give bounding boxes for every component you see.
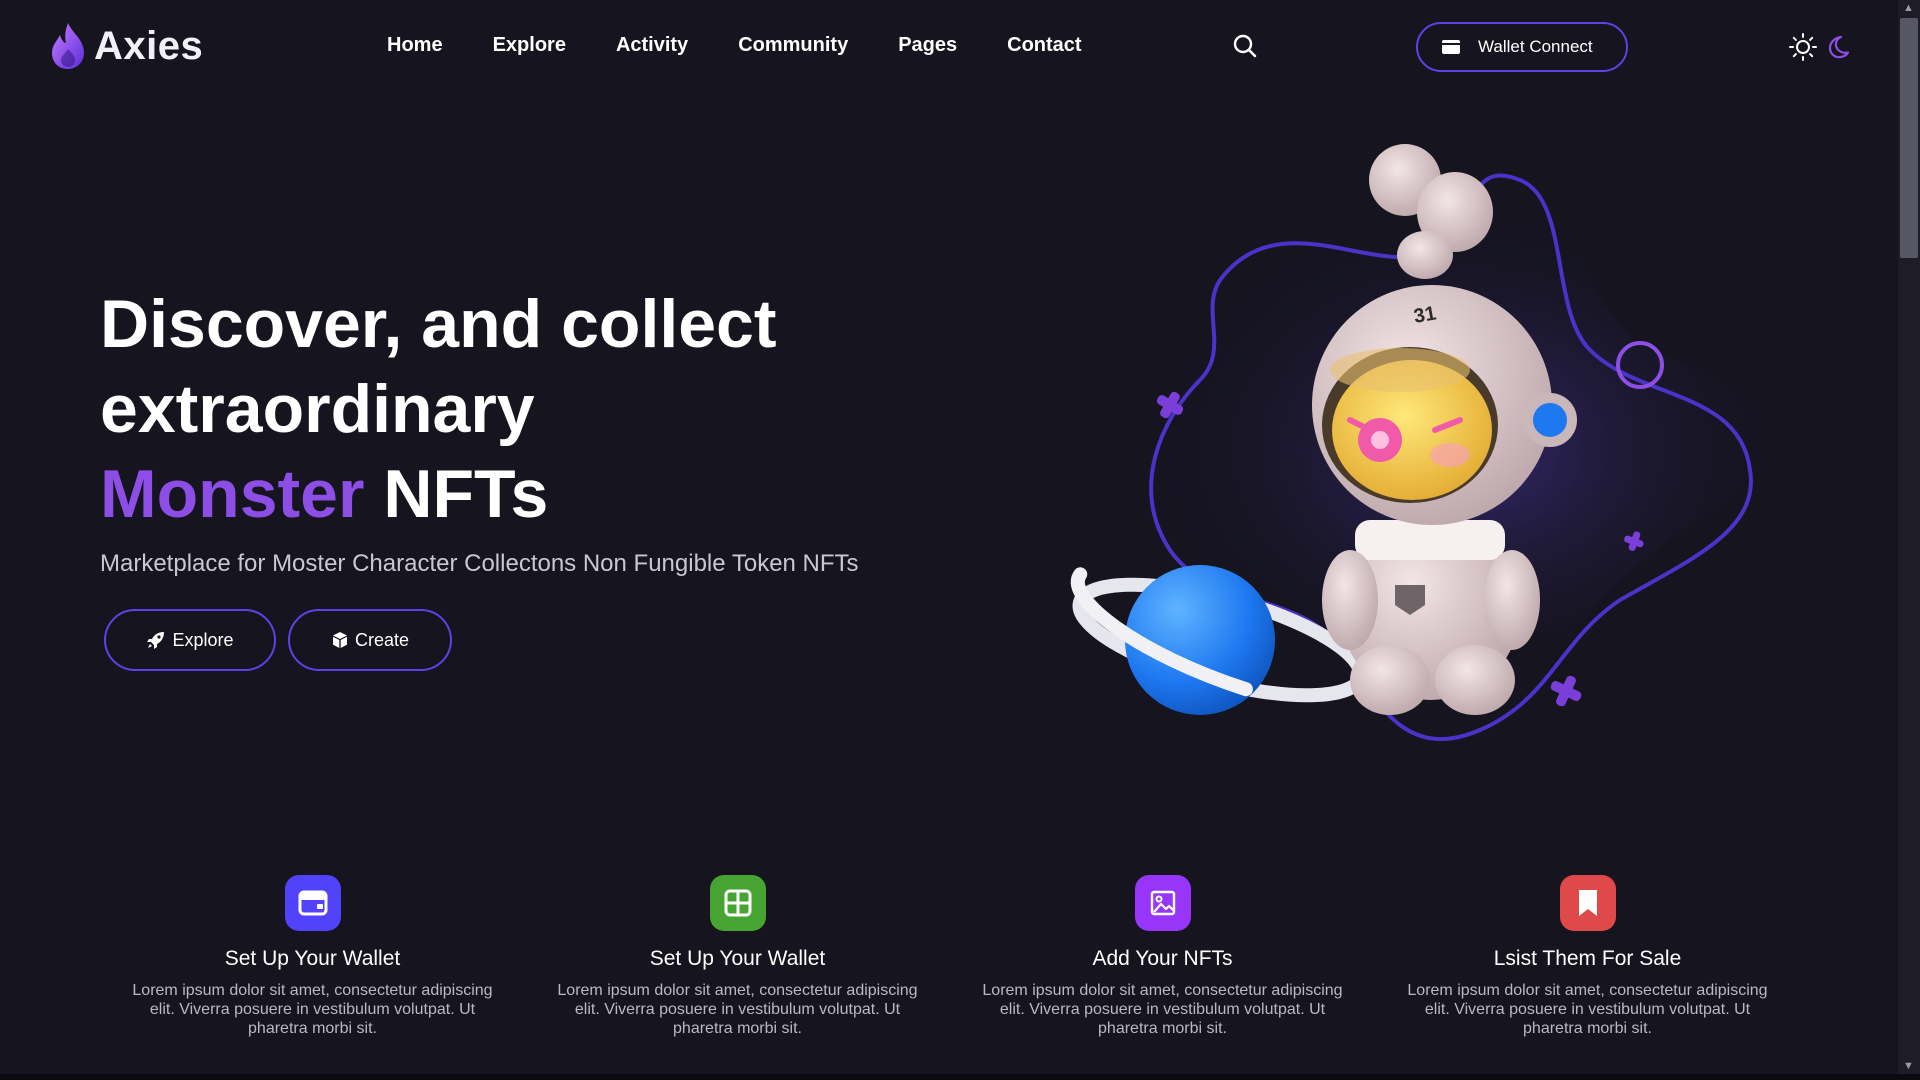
page-scrollbar[interactable]: ▲ ▼ bbox=[1898, 0, 1920, 1074]
hero-illustration: 31 bbox=[1050, 140, 1770, 800]
scrollbar-thumb[interactable] bbox=[1900, 18, 1918, 258]
scroll-down-icon[interactable]: ▼ bbox=[1903, 1060, 1914, 1072]
step-card: Set Up Your Wallet Lorem ipsum dolor sit… bbox=[525, 875, 950, 1038]
nav-activity[interactable]: Activity bbox=[616, 34, 688, 57]
explore-button[interactable]: Explore bbox=[104, 609, 276, 671]
step-description: Lorem ipsum dolor sit amet, consectetur … bbox=[1407, 982, 1768, 1037]
search-icon bbox=[1233, 34, 1257, 58]
explore-button-label: Explore bbox=[172, 629, 234, 650]
cube-icon bbox=[332, 632, 347, 648]
nav-home[interactable]: Home bbox=[387, 34, 443, 57]
step-icon-box bbox=[709, 875, 766, 931]
hero-title-accent: Monster bbox=[100, 456, 365, 532]
step-card: Lsist Them For Sale Lorem ipsum dolor si… bbox=[1375, 875, 1800, 1038]
bottom-edge bbox=[0, 1074, 1920, 1080]
step-title: Add Your NFTs bbox=[1092, 947, 1233, 970]
step-icon-box bbox=[1134, 875, 1191, 931]
step-title: Lsist Them For Sale bbox=[1493, 947, 1682, 970]
nav-contact[interactable]: Contact bbox=[1007, 34, 1081, 57]
step-title: Set Up Your Wallet bbox=[224, 947, 401, 970]
hero-title: Discover, and collect extraordinary Mons… bbox=[100, 282, 900, 537]
step-card: Set Up Your Wallet Lorem ipsum dolor sit… bbox=[100, 875, 525, 1038]
hero-title-line2: extraordinary bbox=[100, 371, 535, 447]
svg-text:31: 31 bbox=[1412, 302, 1438, 328]
bookmark-icon bbox=[1578, 890, 1597, 916]
site-header: Axies Home Explore Activity Community Pa… bbox=[0, 0, 1898, 94]
hero-actions: Explore Create bbox=[104, 609, 452, 671]
hero-subtitle: Marketplace for Moster Character Collect… bbox=[100, 550, 859, 577]
search-button[interactable] bbox=[1232, 33, 1258, 64]
wallet-connect-button[interactable]: Wallet Connect bbox=[1416, 22, 1628, 72]
nav-community[interactable]: Community bbox=[738, 34, 848, 57]
step-icon-box bbox=[1559, 875, 1616, 931]
image-icon bbox=[1150, 890, 1175, 916]
create-button[interactable]: Create bbox=[288, 609, 452, 671]
step-title: Set Up Your Wallet bbox=[649, 947, 826, 970]
astronaut-illustration: 31 bbox=[1071, 144, 1766, 742]
brand-name: Axies bbox=[94, 23, 204, 68]
how-it-works: Set Up Your Wallet Lorem ipsum dolor sit… bbox=[100, 875, 1800, 1038]
step-icon-box bbox=[284, 875, 341, 931]
wallet-connect-label: Wallet Connect bbox=[1478, 37, 1593, 56]
create-button-label: Create bbox=[354, 629, 410, 650]
hero-title-end: NFTs bbox=[383, 456, 549, 532]
step-description: Lorem ipsum dolor sit amet, consectetur … bbox=[132, 982, 493, 1037]
step-description: Lorem ipsum dolor sit amet, consectetur … bbox=[982, 982, 1343, 1037]
moon-icon[interactable] bbox=[1824, 34, 1850, 60]
wallet-icon bbox=[298, 890, 327, 916]
wallet-icon bbox=[1442, 40, 1460, 54]
main-nav: Home Explore Activity Community Pages Co… bbox=[387, 34, 1082, 57]
hero-title-line1: Discover, and collect bbox=[100, 286, 777, 362]
scroll-up-icon[interactable]: ▲ bbox=[1903, 2, 1914, 14]
nav-pages[interactable]: Pages bbox=[898, 34, 957, 57]
flame-icon bbox=[52, 23, 84, 69]
brand-logo[interactable]: Axies bbox=[48, 16, 203, 76]
step-card: Add Your NFTs Lorem ipsum dolor sit amet… bbox=[950, 875, 1375, 1038]
rocket-icon bbox=[147, 632, 165, 649]
grid-icon bbox=[724, 889, 751, 917]
theme-toggle[interactable] bbox=[1788, 32, 1850, 62]
step-description: Lorem ipsum dolor sit amet, consectetur … bbox=[557, 982, 918, 1037]
nav-explore[interactable]: Explore bbox=[493, 34, 566, 57]
sun-icon[interactable] bbox=[1788, 32, 1818, 62]
